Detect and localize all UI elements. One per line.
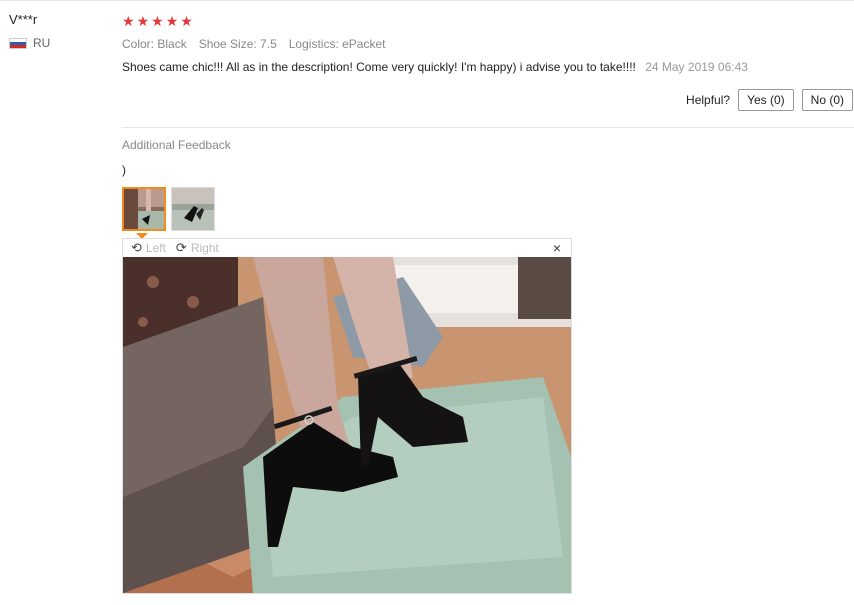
attr-logistics: Logistics: ePacket <box>288 37 386 51</box>
reviewer-info: V***r RU <box>9 12 109 50</box>
photo-viewer: ⟲ Left ⟳ Right × <box>122 238 572 594</box>
country-code: RU <box>33 36 51 50</box>
star-icon: ★ <box>165 13 179 29</box>
review-body: ★ ★ ★ ★ ★ Color: Black Shoe Size: 7.5 Lo… <box>122 14 854 594</box>
helpful-yes-button[interactable]: Yes (0) <box>738 89 794 111</box>
viewer-toolbar: ⟲ Left ⟳ Right × <box>123 239 571 257</box>
review-date: 24 May 2019 06:43 <box>645 60 748 74</box>
helpful-row: Helpful? Yes (0) No (0) <box>686 89 853 111</box>
star-icon: ★ <box>151 13 164 29</box>
helpful-label: Helpful? <box>686 93 731 107</box>
photo-thumbnail[interactable] <box>122 187 166 231</box>
additional-feedback-text: ) <box>122 163 126 177</box>
star-icon: ★ <box>122 13 135 29</box>
section-divider <box>122 127 854 128</box>
attr-color: Color: Black <box>122 37 187 51</box>
photo-thumbnails <box>122 187 215 231</box>
star-rating: ★ ★ ★ ★ ★ <box>122 14 854 28</box>
attr-size: Shoe Size: 7.5 <box>198 37 277 51</box>
product-attributes: Color: Black Shoe Size: 7.5 Logistics: e… <box>122 37 854 51</box>
reviewer-country: RU <box>9 36 109 50</box>
russia-flag-icon <box>9 37 27 49</box>
rotate-right-icon: ⟳ <box>175 240 187 255</box>
review-photo <box>123 257 571 593</box>
star-icon: ★ <box>136 13 150 29</box>
close-icon[interactable]: × <box>553 240 561 256</box>
rotate-left-button[interactable]: ⟲ Left <box>131 240 166 256</box>
top-divider <box>0 0 854 1</box>
review-text-row: Shoes came chic!!! All as in the descrip… <box>122 60 854 74</box>
additional-feedback-label: Additional Feedback <box>122 138 231 152</box>
photo-thumbnail[interactable] <box>171 187 215 231</box>
star-icon: ★ <box>180 13 193 29</box>
rotate-right-label: Right <box>190 241 219 255</box>
reviewer-name: V***r <box>9 12 38 27</box>
rotate-right-button[interactable]: ⟳ Right <box>176 240 219 256</box>
helpful-no-button[interactable]: No (0) <box>801 89 853 111</box>
rotate-left-icon: ⟲ <box>131 240 142 255</box>
review-text: Shoes came chic!!! All as in the descrip… <box>122 60 636 74</box>
rotate-left-label: Left <box>145 241 166 255</box>
